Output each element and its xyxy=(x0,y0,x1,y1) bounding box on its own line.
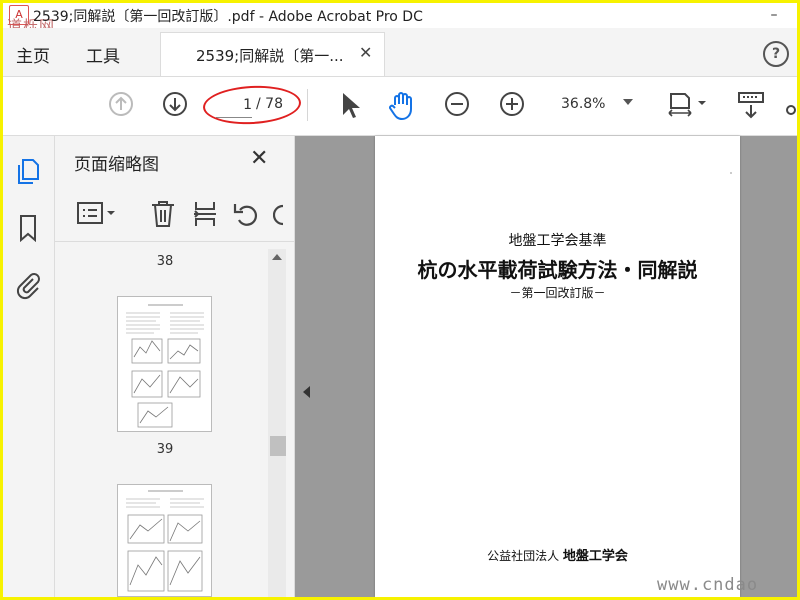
window-title: 2539;同解説〔第一回改訂版〕.pdf - Adobe Acrobat Pro… xyxy=(33,9,423,25)
next-page-icon[interactable] xyxy=(162,91,188,121)
fit-page-icon[interactable] xyxy=(667,91,707,127)
rotate-clockwise-icon[interactable] xyxy=(272,200,287,232)
thumbnail-page-number: 39 xyxy=(156,442,174,457)
zoom-level-select[interactable]: 36.8% xyxy=(561,96,605,112)
more-tools-icon[interactable] xyxy=(785,101,797,120)
insert-pages-icon[interactable] xyxy=(192,200,218,232)
zoom-out-icon[interactable] xyxy=(444,91,470,121)
thumbnail-page-number: 38 xyxy=(156,254,174,269)
document-title: 杭の水平載荷試験方法・同解説 xyxy=(417,258,698,282)
menu-bar: 主页 工具 2539;同解説〔第一... ✕ ? xyxy=(3,28,797,77)
publisher-type: 公益社団法人 xyxy=(487,549,560,563)
toolbar: 1 / 78 36.8% xyxy=(3,77,797,136)
edition-label: －第一回改訂版－ xyxy=(509,286,606,300)
panel-title: 页面缩略图 xyxy=(74,155,159,175)
minimize-button[interactable]: – xyxy=(751,3,797,28)
site-watermark: www.cndao xyxy=(657,575,759,595)
annotation-highlight-oval xyxy=(202,83,302,127)
thumbnail-page-39[interactable] xyxy=(117,296,212,432)
publisher-name: 地盤工学会 xyxy=(562,549,628,564)
menu-home[interactable]: 主页 xyxy=(16,42,50,67)
toolbar-divider xyxy=(307,89,308,121)
publisher: 公益社団法人 地盤工学会 xyxy=(375,545,740,564)
scroll-up-icon[interactable] xyxy=(272,254,282,260)
zoom-dropdown-icon[interactable] xyxy=(623,99,633,105)
zoom-in-icon[interactable] xyxy=(499,91,525,121)
title-bar: A 道栎网 2539;同解説〔第一回改訂版〕.pdf - Adobe Acrob… xyxy=(3,3,797,35)
document-tab[interactable]: 2539;同解説〔第一... ✕ xyxy=(160,32,385,76)
help-button[interactable]: ? xyxy=(763,41,789,67)
thumbnails-panel: 页面缩略图 ✕ 38 39 xyxy=(55,136,295,597)
rotate-counterclockwise-icon[interactable] xyxy=(232,200,260,232)
select-arrow-icon[interactable] xyxy=(338,91,360,123)
previous-page-icon[interactable] xyxy=(108,91,134,121)
page-speck xyxy=(730,172,732,174)
menu-tools[interactable]: 工具 xyxy=(86,42,120,67)
collapse-panel-icon[interactable] xyxy=(303,386,310,398)
attachments-icon[interactable] xyxy=(15,270,41,304)
thumbnail-tools xyxy=(55,183,294,242)
document-view[interactable]: 地盤工学会基準 杭の水平載荷試験方法・同解説 －第一回改訂版－ 公益社団法人 地… xyxy=(295,136,797,597)
standard-name: 地盤工学会基準 xyxy=(508,233,607,249)
thumbnail-page-40[interactable] xyxy=(117,484,212,597)
acrobat-window: A 道栎网 2539;同解説〔第一回改訂版〕.pdf - Adobe Acrob… xyxy=(3,3,797,597)
tab-close-icon[interactable]: ✕ xyxy=(359,43,372,62)
scrolling-mode-icon[interactable] xyxy=(737,91,765,125)
page-thumbnails-icon[interactable] xyxy=(15,158,41,190)
thumbnails-scrollbar[interactable] xyxy=(268,249,286,597)
scrollbar-thumb[interactable] xyxy=(270,436,286,456)
bookmarks-icon[interactable] xyxy=(15,214,41,246)
document-tab-label: 2539;同解説〔第一... xyxy=(196,47,344,65)
navigation-rail xyxy=(3,136,55,597)
pdf-page: 地盤工学会基準 杭の水平載荷試験方法・同解説 －第一回改訂版－ 公益社団法人 地… xyxy=(375,136,740,597)
delete-page-icon[interactable] xyxy=(150,200,176,232)
thumbnail-options-icon[interactable] xyxy=(76,200,120,230)
panel-close-icon[interactable]: ✕ xyxy=(250,146,268,171)
hand-tool-icon[interactable] xyxy=(387,91,417,125)
